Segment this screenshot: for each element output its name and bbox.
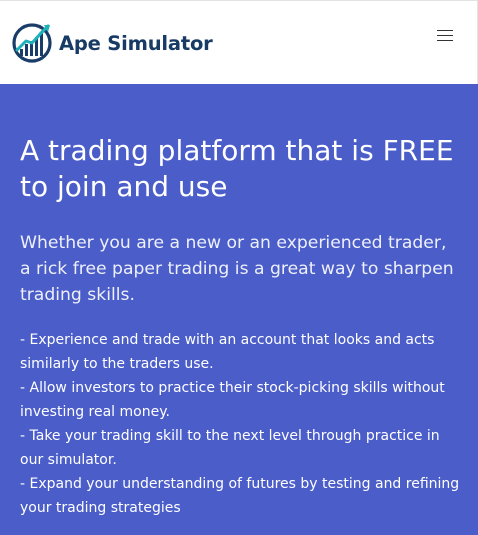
hero-section: A trading platform that is FREE to join …: [0, 84, 478, 535]
site-header: Ape Simulator: [0, 0, 478, 84]
feature-list: - Experience and trade with an account t…: [20, 328, 460, 520]
menu-bar-line: [437, 30, 453, 31]
menu-bar-line: [437, 35, 453, 36]
hamburger-menu-icon[interactable]: [437, 30, 453, 42]
feature-item: - Experience and trade with an account t…: [20, 332, 435, 372]
brand-name: Ape Simulator: [59, 31, 213, 55]
feature-item: - Allow investors to practice their stoc…: [20, 380, 445, 420]
menu-bar-line: [437, 40, 453, 41]
brand-link[interactable]: Ape Simulator: [11, 22, 213, 64]
hero-lead-text: Whether you are a new or an experienced …: [20, 233, 454, 305]
feature-item: - Take your trading skill to the next le…: [20, 428, 440, 468]
rising-bar-chart-logo-icon: [12, 23, 52, 63]
hero-title: A trading platform that is FREE to join …: [20, 134, 454, 203]
feature-item: - Expand your understanding of futures b…: [20, 476, 460, 516]
